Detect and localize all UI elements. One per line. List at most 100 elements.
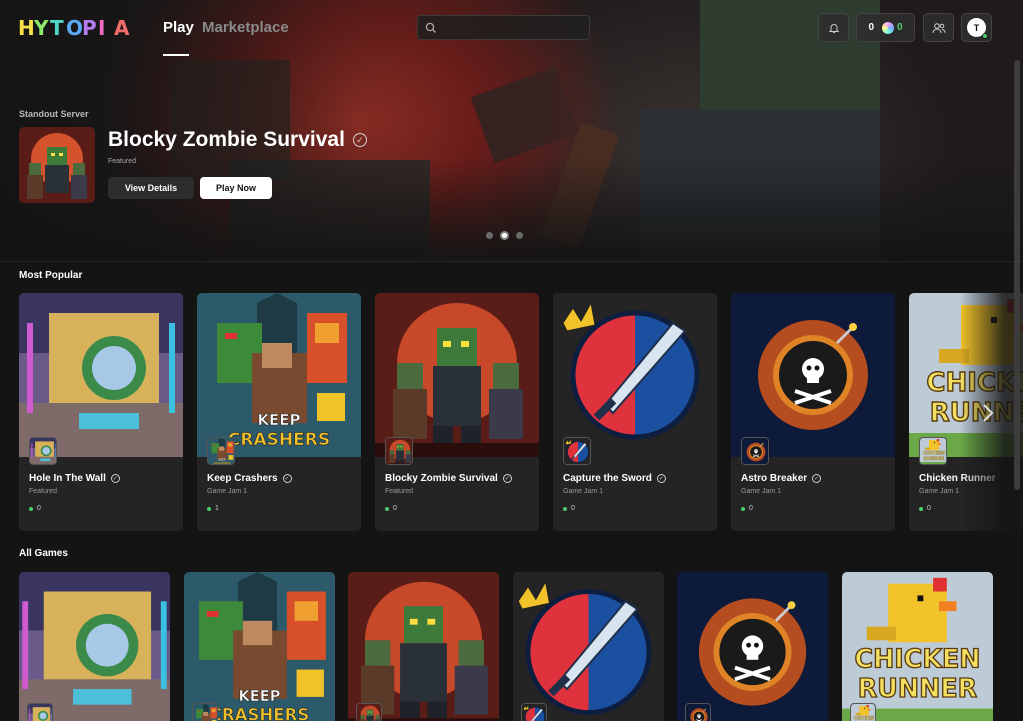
game-card-name: Keep Crashers — [207, 473, 278, 484]
logo-letter-4: O — [66, 16, 84, 40]
verified-icon: ✓ — [110, 474, 120, 483]
game-card[interactable]: Astro Breaker ✓ Game Jam 1 0 — [731, 293, 895, 531]
verified-icon: ✓ — [352, 133, 367, 147]
game-tile[interactable] — [348, 572, 499, 721]
avatar: T — [967, 18, 988, 39]
game-card-category: Featured — [29, 488, 58, 495]
tab-marketplace[interactable]: Marketplace — [202, 19, 289, 36]
game-card-category: Game Jam 1 — [207, 488, 248, 495]
game-card-icon — [385, 437, 413, 465]
game-card[interactable]: Hole In The Wall ✓ Featured 0 — [19, 293, 183, 531]
logo-letter-6: I — [98, 16, 106, 40]
game-tile[interactable] — [677, 572, 828, 721]
logo-letter-3: T — [50, 16, 64, 40]
svg-text:KEEP: KEEP — [257, 411, 300, 429]
game-tile[interactable] — [19, 572, 170, 721]
game-card-art: KEEP CRASHERS — [197, 293, 361, 457]
game-card-player-count: 1 — [207, 505, 219, 512]
player-count: 0 — [393, 505, 397, 512]
bell-icon — [828, 23, 839, 33]
svg-text:CRASHERS: CRASHERS — [228, 430, 330, 450]
game-card-player-count: 0 — [563, 505, 575, 512]
search-icon — [425, 22, 436, 33]
friends-icon — [932, 22, 946, 33]
player-count: 0 — [749, 505, 753, 512]
search-input[interactable] — [417, 15, 590, 40]
game-card-art — [19, 293, 183, 457]
svg-text:CHICKEN: CHICKEN — [854, 716, 875, 721]
friends-button[interactable] — [923, 13, 954, 42]
carousel-dot-2[interactable] — [500, 231, 509, 240]
game-card-player-count: 0 — [741, 505, 753, 512]
carousel-dot-3[interactable] — [516, 232, 523, 239]
game-card-title: Astro Breaker ✓ — [741, 473, 822, 484]
player-count: 0 — [571, 505, 575, 512]
game-card-title: Keep Crashers ✓ — [207, 473, 292, 484]
player-count: 0 — [37, 505, 41, 512]
profile-button[interactable]: T — [961, 13, 992, 42]
hytopia-logo[interactable]: H Y T O P I A — [18, 16, 130, 40]
game-card-category: Game Jam 1 — [919, 488, 960, 495]
svg-text:CRASHERS: CRASHERS — [210, 705, 310, 721]
player-count: 1 — [215, 505, 219, 512]
game-card-name: Astro Breaker — [741, 473, 808, 484]
featured-game-subtitle: Featured — [108, 158, 137, 165]
game-card[interactable]: KEEP CRASHERS KEEP CRASHERS Keep Crasher… — [197, 293, 361, 531]
game-card-title: Hole In The Wall ✓ — [29, 473, 120, 484]
game-card-art — [553, 293, 717, 457]
game-card-name: Capture the Sword — [563, 473, 652, 484]
verified-icon: ✓ — [502, 474, 512, 483]
carousel-next-button[interactable] — [978, 400, 998, 426]
game-tile-icon: KEEP CRASHERS — [192, 703, 218, 721]
logo-letter-7: A — [114, 16, 130, 40]
tab-play[interactable]: Play — [163, 19, 194, 36]
featured-game-title: Blocky Zombie Survival ✓ — [108, 128, 367, 152]
game-tile[interactable] — [513, 572, 664, 721]
game-card-icon — [29, 437, 57, 465]
game-card-name: Blocky Zombie Survival — [385, 473, 498, 484]
online-dot-icon — [563, 506, 567, 511]
game-card-title: Blocky Zombie Survival ✓ — [385, 473, 512, 484]
game-card-player-count: 0 — [919, 505, 931, 512]
carousel-dots — [486, 231, 523, 240]
online-dot-icon — [29, 506, 33, 511]
online-status-dot — [982, 33, 988, 39]
verified-icon: ✓ — [282, 474, 292, 483]
game-card-icon: KEEP CRASHERS — [207, 437, 235, 465]
top-header: H Y T O P I A Play Marketplace 0 0 T — [0, 0, 1023, 56]
game-tile-icon — [27, 703, 53, 721]
svg-text:KEEP: KEEP — [238, 688, 280, 705]
view-details-button[interactable]: View Details — [108, 177, 194, 199]
avatar-initial: T — [973, 22, 980, 33]
featured-title-text: Blocky Zombie Survival — [108, 128, 345, 151]
gem-balance: 0 — [897, 22, 903, 33]
game-card[interactable]: Capture the Sword ✓ Game Jam 1 0 — [553, 293, 717, 531]
most-popular-heading: Most Popular — [19, 270, 83, 281]
game-card-icon — [563, 437, 591, 465]
game-card-player-count: 0 — [385, 505, 397, 512]
logo-letter-5: P — [82, 16, 97, 40]
game-card-art — [375, 293, 539, 457]
game-tile[interactable]: KEEP CRASHERS KEEP CRASHERS — [184, 572, 335, 721]
svg-text:CRASHERS: CRASHERS — [213, 461, 230, 465]
play-now-button[interactable]: Play Now — [200, 177, 272, 199]
svg-text:CHICKEN: CHICKEN — [923, 451, 945, 457]
svg-text:RUNNER: RUNNER — [924, 456, 945, 462]
featured-game-thumbnail[interactable] — [19, 127, 95, 203]
game-tile[interactable]: CHICKEN RUNNER CHICKEN RUNNER — [842, 572, 993, 721]
game-card-icon — [741, 437, 769, 465]
online-dot-icon — [207, 506, 211, 511]
standout-label: Standout Server — [19, 109, 89, 119]
game-card-name: Hole In The Wall — [29, 473, 106, 484]
game-tile-icon — [685, 703, 711, 721]
player-count: 0 — [927, 505, 931, 512]
svg-text:CHICKEN: CHICKEN — [854, 644, 980, 674]
gem-icon — [882, 21, 894, 34]
game-card-category: Featured — [385, 488, 414, 495]
game-card[interactable]: Blocky Zombie Survival ✓ Featured 0 — [375, 293, 539, 531]
online-dot-icon — [741, 506, 745, 511]
currency-balance-button[interactable]: 0 0 — [856, 13, 915, 42]
carousel-dot-1[interactable] — [486, 232, 493, 239]
notifications-button[interactable] — [818, 13, 849, 42]
scrollbar[interactable] — [1014, 60, 1020, 490]
